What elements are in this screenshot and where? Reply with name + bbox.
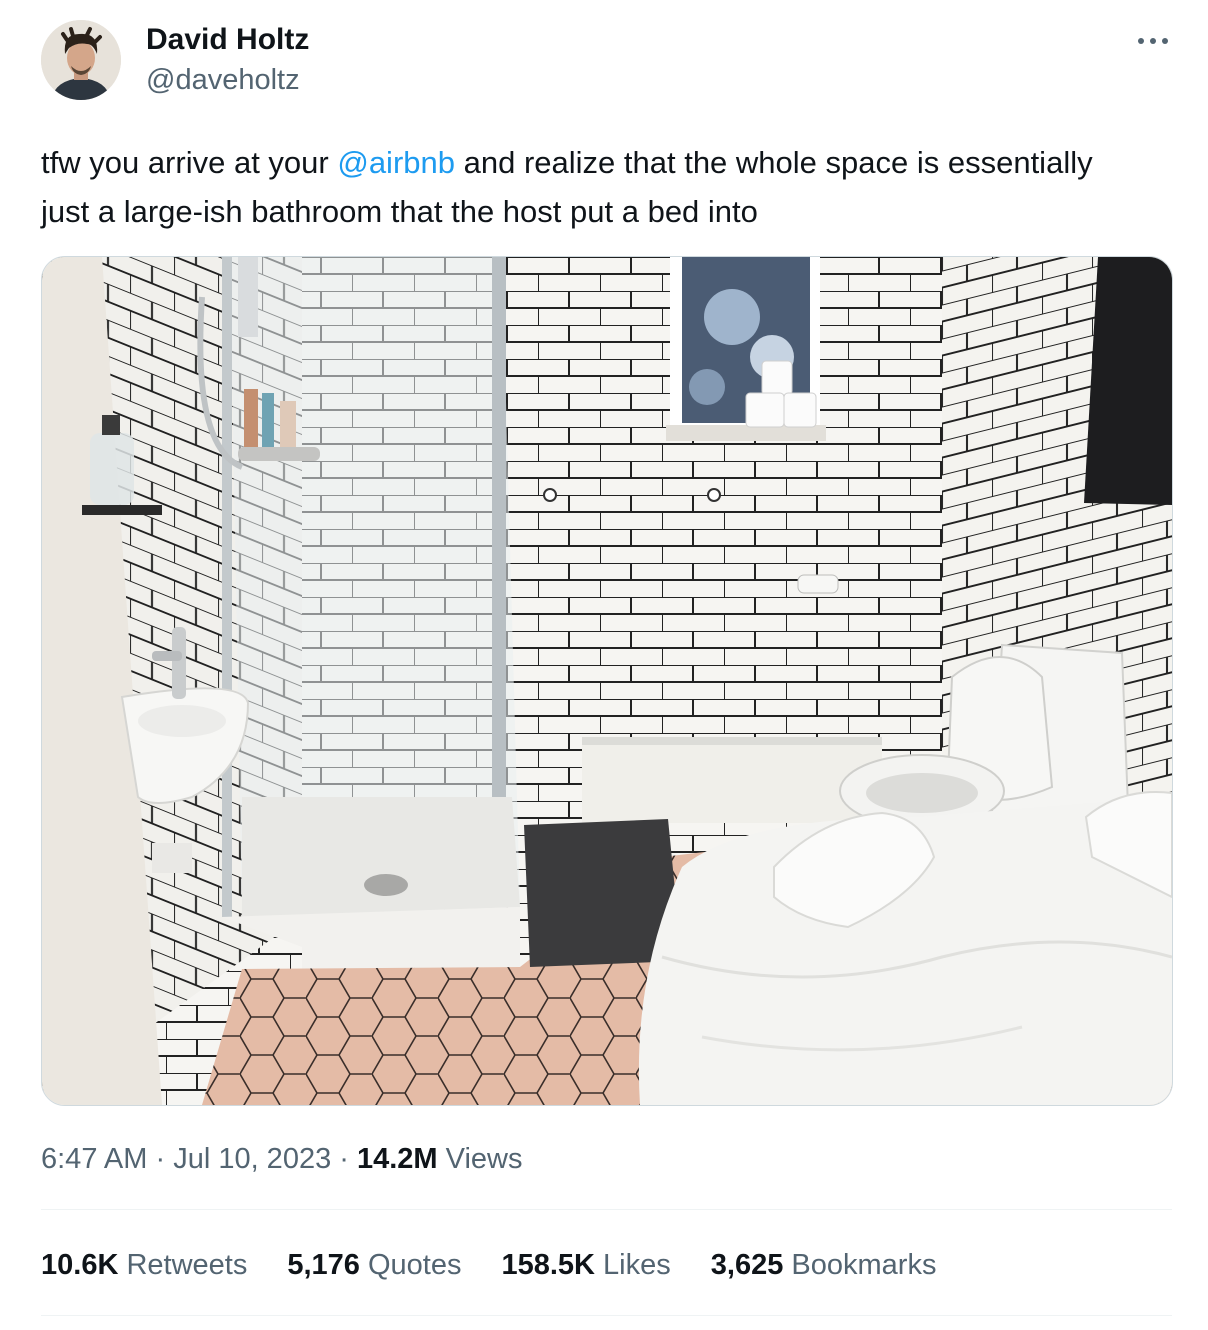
- author-handle[interactable]: @daveholtz: [146, 62, 300, 98]
- author-name[interactable]: David Holtz: [146, 22, 309, 58]
- quotes-stat[interactable]: 5,176 Quotes: [287, 1246, 461, 1284]
- tweet: David Holtz @daveholtz tfw you arrive at…: [0, 0, 1208, 1330]
- stat-label: Likes: [595, 1249, 671, 1281]
- stat-label: Bookmarks: [783, 1249, 937, 1281]
- views-label: Views: [437, 1143, 523, 1175]
- tweet-date[interactable]: Jul 10, 2023: [173, 1143, 331, 1175]
- bathroom-photo: [42, 257, 1172, 1105]
- tweet-time[interactable]: 6:47 AM: [41, 1143, 147, 1175]
- stat-count: 5,176: [287, 1249, 360, 1281]
- bookmarks-stat[interactable]: 3,625 Bookmarks: [711, 1246, 937, 1284]
- stat-label: Quotes: [359, 1249, 462, 1281]
- engagement-stats: 10.6K Retweets 5,176 Quotes 158.5K Likes…: [41, 1246, 976, 1284]
- stat-count: 158.5K: [501, 1249, 595, 1281]
- tweet-text-before: tfw you arrive at your: [41, 145, 338, 180]
- stat-count: 10.6K: [41, 1249, 119, 1281]
- meta-separator: ·: [331, 1143, 357, 1175]
- more-options-button[interactable]: [1130, 26, 1176, 56]
- retweets-stat[interactable]: 10.6K Retweets: [41, 1246, 247, 1284]
- likes-stat[interactable]: 158.5K Likes: [501, 1246, 670, 1284]
- avatar[interactable]: [41, 20, 121, 100]
- more-horizontal-icon: [1138, 38, 1168, 44]
- avatar-image: [41, 20, 121, 100]
- divider: [41, 1315, 1172, 1316]
- tweet-photo[interactable]: [41, 256, 1173, 1106]
- mention-link[interactable]: @airbnb: [337, 145, 455, 180]
- views-count: 14.2M: [356, 1143, 438, 1175]
- stat-count: 3,625: [710, 1249, 784, 1281]
- meta-separator: ·: [147, 1143, 174, 1175]
- stat-label: Retweets: [118, 1249, 248, 1281]
- divider: [41, 1209, 1172, 1210]
- tweet-meta: 6:47 AM · Jul 10, 2023 · 14.2M Views: [41, 1140, 522, 1178]
- tweet-text: tfw you arrive at your @airbnb and reali…: [41, 138, 1141, 236]
